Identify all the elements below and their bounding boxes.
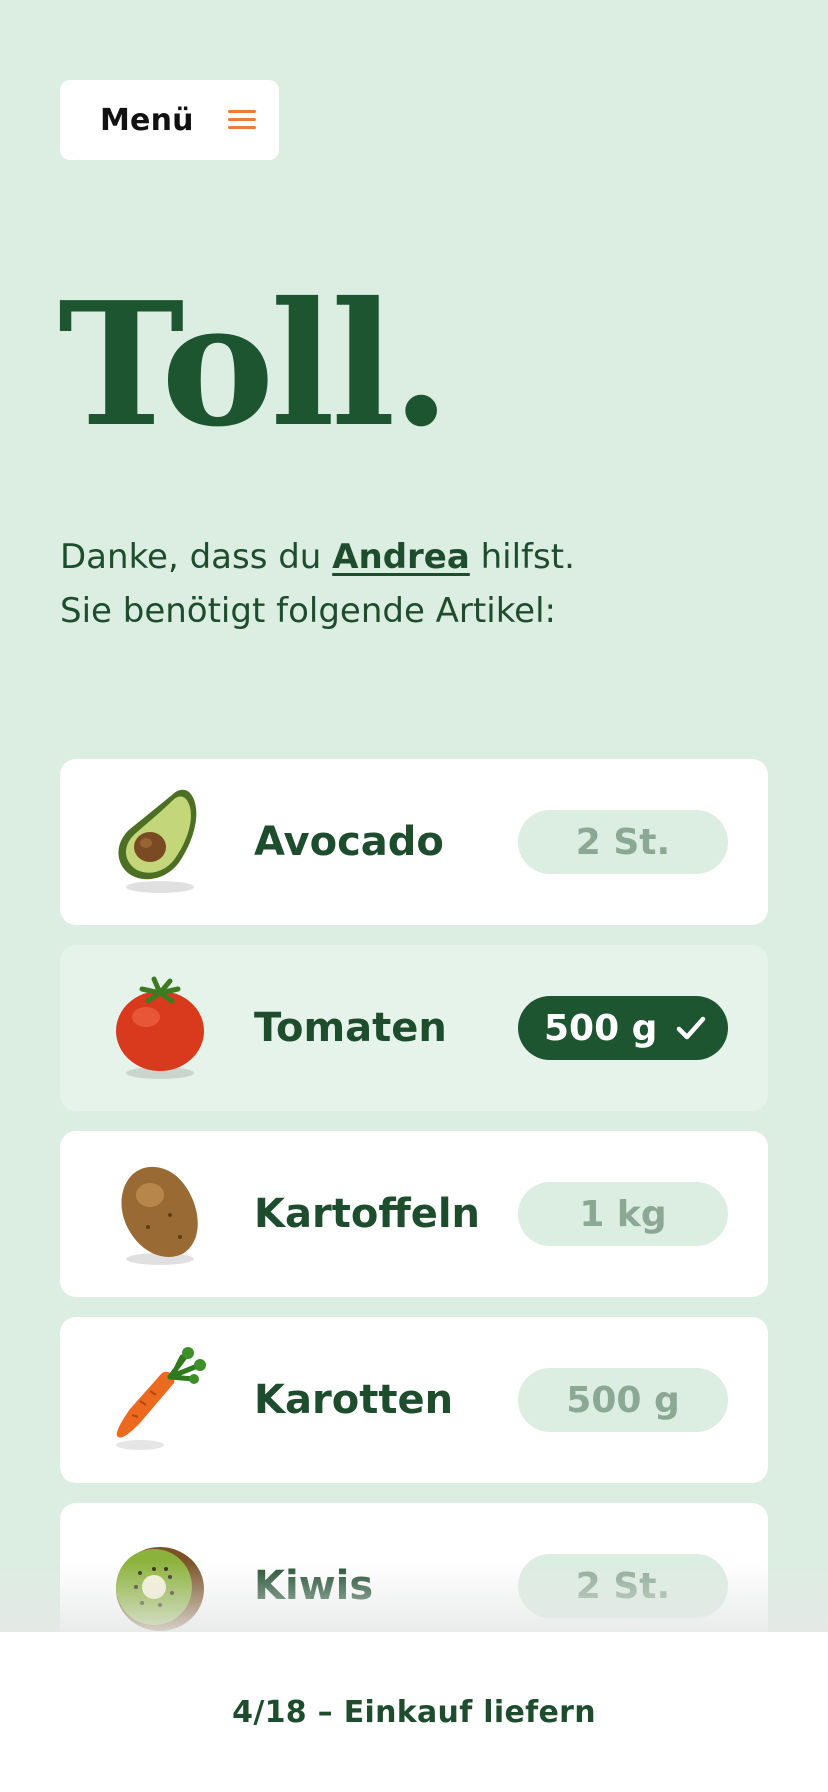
quantity-pill[interactable]: 2 St.	[518, 810, 728, 874]
potato-icon	[121, 1166, 198, 1265]
list-item-avocado[interactable]: Avocado 2 St.	[60, 759, 768, 925]
menu-button[interactable]: Menü	[60, 80, 279, 160]
delivery-step-button[interactable]: 4/18 – Einkauf liefern	[232, 1695, 596, 1730]
quantity-label: 500 g	[544, 1007, 658, 1049]
hamburger-icon	[227, 109, 256, 131]
item-name: Kiwis	[254, 1563, 374, 1609]
quantity-pill[interactable]: 500 g	[518, 1368, 728, 1432]
item-name: Karotten	[254, 1377, 454, 1423]
page: Menü Toll. Danke, dass du Andrea hilfst.…	[0, 0, 828, 1792]
intro-line-2: Sie benötigt folgende Artikel:	[60, 591, 556, 631]
checkmark-icon	[676, 1016, 706, 1040]
intro-line-1: Danke, dass du Andrea hilfst.	[60, 530, 575, 584]
helper-name-link[interactable]: Andrea	[332, 537, 470, 577]
quantity-label: 500 g	[566, 1379, 680, 1421]
list-item-tomaten[interactable]: Tomaten 500 g	[60, 945, 768, 1111]
quantity-label: 2 St.	[575, 1565, 671, 1607]
quantity-label: 2 St.	[575, 821, 671, 863]
intro-text-after: hilfst.	[469, 537, 575, 577]
menu-label: Menü	[100, 102, 194, 138]
intro-text-before: Danke, dass du	[60, 537, 333, 577]
item-name: Tomaten	[254, 1005, 447, 1051]
quantity-pill-checked[interactable]: 500 g	[518, 996, 728, 1060]
shopping-list: Avocado 2 St. Tomaten 500 g Kartoffeln 1…	[60, 759, 768, 1689]
kiwi-icon	[116, 1547, 204, 1631]
item-name: Avocado	[254, 819, 444, 865]
list-item-kartoffeln[interactable]: Kartoffeln 1 kg	[60, 1131, 768, 1297]
quantity-pill[interactable]: 2 St.	[518, 1554, 728, 1618]
quantity-pill[interactable]: 1 kg	[518, 1182, 728, 1246]
avocado-icon	[118, 789, 197, 893]
intro-text: Danke, dass du Andrea hilfst. Sie benöti…	[60, 530, 575, 638]
item-name: Kartoffeln	[254, 1191, 481, 1237]
carrot-icon	[116, 1347, 206, 1450]
tomato-icon	[116, 976, 204, 1079]
page-title: Toll.	[58, 265, 451, 465]
footer-bar[interactable]: 4/18 – Einkauf liefern	[0, 1632, 828, 1792]
quantity-label: 1 kg	[579, 1193, 667, 1235]
list-item-karotten[interactable]: Karotten 500 g	[60, 1317, 768, 1483]
